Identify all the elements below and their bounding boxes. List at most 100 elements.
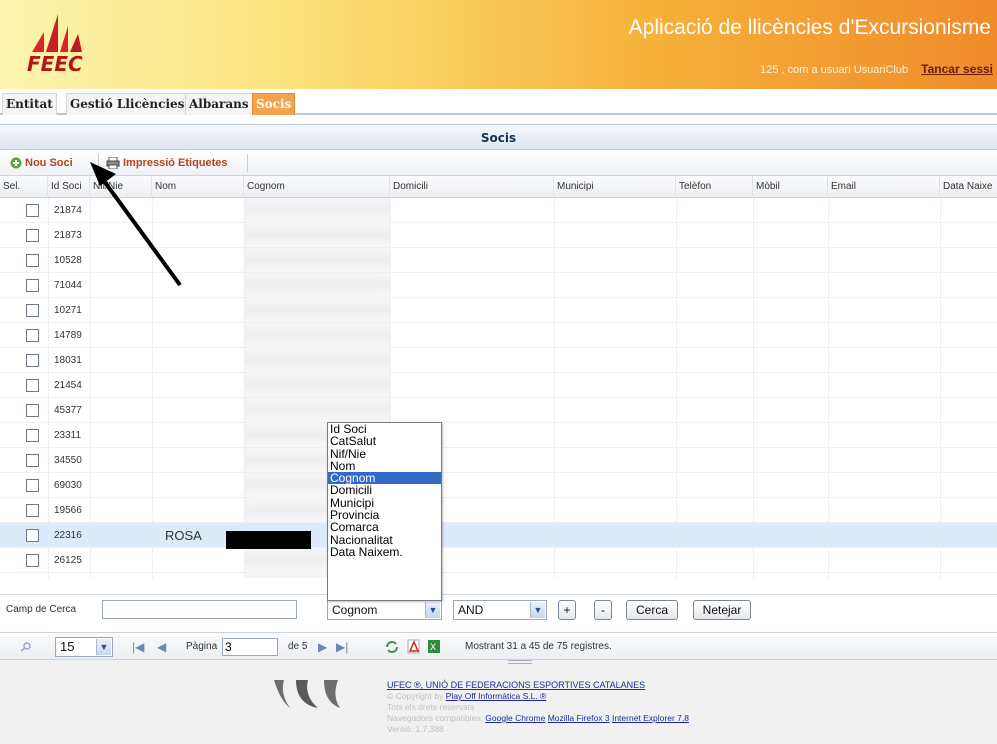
copyright-prefix: © Copyright by	[387, 691, 444, 701]
row-checkbox[interactable]	[26, 354, 39, 367]
chevron-down-icon[interactable]: ▼	[530, 602, 545, 618]
table-row[interactable]: 10271	[0, 298, 997, 323]
refresh-icon[interactable]	[385, 640, 399, 654]
tab-gestio-llicencies[interactable]: Gestió Llicències	[66, 93, 189, 115]
table-row[interactable]: 69030	[0, 473, 997, 498]
col-header-mobil[interactable]: Mòbil	[753, 176, 828, 198]
app-header: FEEC Aplicació de llicències d'Excursion…	[0, 0, 997, 89]
playoff-link[interactable]: Play Off Informàtica S.L. ®	[446, 691, 547, 701]
table-row[interactable]: 45377	[0, 398, 997, 423]
cell-id-soci: 19566	[54, 505, 82, 516]
row-checkbox[interactable]	[26, 504, 39, 517]
table-row[interactable]: 14789	[0, 323, 997, 348]
version-text: Versió: 1.7.388	[387, 724, 444, 734]
page-size-select[interactable]: 15 ▼	[55, 637, 113, 657]
row-checkbox[interactable]	[26, 429, 39, 442]
cell-nom: ROSA	[165, 528, 202, 543]
tab-socis[interactable]: Socis	[252, 93, 296, 115]
cell-nom	[159, 348, 165, 373]
tab-bar: Entitat Gestió Llicències Albarans Socis	[0, 89, 997, 115]
search-field-selected: Cognom	[332, 603, 378, 617]
cell-id-soci: 22316	[54, 530, 82, 541]
logout-link[interactable]: Tancar sessi	[921, 62, 993, 76]
dropdown-option[interactable]: Domicili	[328, 484, 441, 497]
col-header-data-naixement[interactable]: Data Naixe	[940, 176, 997, 198]
row-checkbox[interactable]	[26, 529, 39, 542]
table-row[interactable]: 26125	[0, 548, 997, 573]
row-checkbox[interactable]	[26, 404, 39, 417]
search-button[interactable]: Cerca	[626, 600, 678, 620]
excel-export-icon[interactable]: X	[427, 639, 441, 654]
cell-id-soci: 23311	[54, 430, 82, 441]
cell-nom	[159, 298, 165, 323]
cell-id-soci: 45377	[54, 405, 82, 416]
table-row[interactable]: 34550	[0, 448, 997, 473]
table-row[interactable]: 22316 ROSA	[0, 523, 997, 548]
first-page-icon[interactable]: |◀	[132, 640, 144, 654]
toolbar-divider	[247, 154, 248, 172]
resize-handle[interactable]	[508, 660, 532, 664]
page-label: Pàgina	[186, 641, 218, 652]
cell-id-soci: 69030	[54, 480, 82, 491]
prev-page-icon[interactable]: ◀	[157, 640, 166, 654]
search-bar: Camp de Cerca Cognom ▼ AND ▼ + - Cerca N…	[0, 594, 997, 624]
cell-nom	[159, 548, 165, 573]
dropdown-option[interactable]: Data Naixem.	[328, 546, 441, 559]
chrome-link[interactable]: Google Chrome	[485, 713, 545, 723]
row-checkbox[interactable]	[26, 554, 39, 567]
rights-text: Tots els drets reservats	[387, 702, 475, 712]
new-member-label: Nou Soci	[25, 157, 73, 169]
row-checkbox[interactable]	[26, 229, 39, 242]
tab-entitat[interactable]: Entitat	[2, 93, 57, 115]
remove-condition-button[interactable]: -	[594, 600, 612, 620]
cell-nom	[159, 448, 165, 473]
col-header-sel[interactable]: Sel.	[0, 176, 48, 198]
col-header-id[interactable]: Id Soci	[48, 176, 90, 198]
col-header-domicili[interactable]: Domicili	[390, 176, 554, 198]
clear-button[interactable]: Netejar	[693, 600, 751, 620]
firefox-link[interactable]: Mozilla Firefox 3	[548, 713, 610, 723]
page-input[interactable]	[222, 638, 278, 656]
row-checkbox[interactable]	[26, 454, 39, 467]
cell-id-soci: 71044	[54, 280, 82, 291]
row-checkbox[interactable]	[26, 304, 39, 317]
cell-id-soci: 18031	[54, 355, 82, 366]
ufec-logo-icon	[274, 680, 340, 708]
ufec-link[interactable]: UFEC ®, UNIÓ DE FEDERACIONS ESPORTIVES C…	[387, 680, 645, 690]
tab-albarans[interactable]: Albarans	[185, 93, 253, 115]
search-icon[interactable]	[20, 642, 32, 652]
dropdown-option[interactable]: Comarca	[328, 521, 441, 534]
row-checkbox[interactable]	[26, 254, 39, 267]
cell-id-soci: 21874	[54, 205, 82, 216]
row-checkbox[interactable]	[26, 379, 39, 392]
new-member-button[interactable]: Nou Soci	[10, 155, 73, 171]
dropdown-option[interactable]: CatSalut	[328, 435, 441, 448]
ie-link[interactable]: Internet Explorer 7,8	[612, 713, 689, 723]
last-page-icon[interactable]: ▶|	[336, 640, 348, 654]
search-field-dropdown-list: Id Soci CatSalut Nif/Nie Nom Cognom Domicili M…	[327, 422, 442, 601]
row-checkbox[interactable]	[26, 329, 39, 342]
search-input[interactable]	[102, 600, 297, 619]
row-checkbox[interactable]	[26, 204, 39, 217]
col-header-telefon[interactable]: Telèfon	[676, 176, 753, 198]
table-row[interactable]: 23311	[0, 423, 997, 448]
col-header-email[interactable]: Email	[828, 176, 940, 198]
chevron-down-icon[interactable]: ▼	[425, 602, 440, 618]
add-condition-button[interactable]: +	[558, 600, 576, 620]
add-icon	[10, 157, 22, 169]
table-row[interactable]: 21454	[0, 373, 997, 398]
table-row[interactable]: 18031	[0, 348, 997, 373]
search-field-select[interactable]: Cognom ▼	[327, 600, 442, 620]
table-row[interactable]: 19566	[0, 498, 997, 523]
col-header-cognom[interactable]: Cognom	[244, 176, 390, 198]
panel-title: Socis	[0, 124, 997, 150]
row-checkbox[interactable]	[26, 279, 39, 292]
col-header-municipi[interactable]: Municipi	[554, 176, 676, 198]
operator-select[interactable]: AND ▼	[453, 600, 547, 620]
footer-info: UFEC ®, UNIÓ DE FEDERACIONS ESPORTIVES C…	[387, 680, 689, 735]
row-checkbox[interactable]	[26, 479, 39, 492]
pdf-export-icon[interactable]	[407, 639, 421, 654]
next-page-icon[interactable]: ▶	[318, 640, 327, 654]
user-info: 125 , com a usuari UsuariClub Tancar ses…	[760, 62, 993, 76]
chevron-down-icon[interactable]: ▼	[96, 639, 111, 655]
